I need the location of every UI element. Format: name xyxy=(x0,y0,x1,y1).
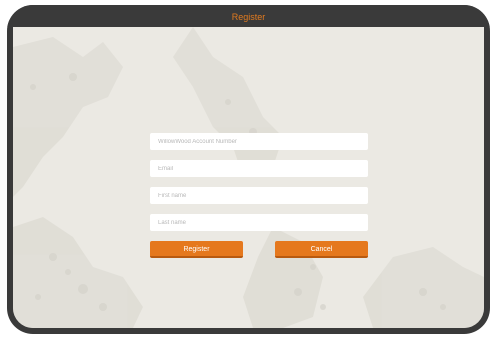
email-input[interactable] xyxy=(150,160,368,177)
first-name-input[interactable] xyxy=(150,187,368,204)
button-row: Register Cancel xyxy=(150,241,368,259)
register-form: Register Cancel xyxy=(150,133,368,259)
page-title: Register xyxy=(231,12,266,22)
device-frame: Register WillowWood Account Number Email… xyxy=(7,5,490,334)
register-screen: Register Cancel xyxy=(13,27,484,328)
cancel-button[interactable]: Cancel xyxy=(275,241,368,258)
account-number-input[interactable] xyxy=(150,133,368,150)
navigation-bar: Register xyxy=(7,5,490,27)
register-button[interactable]: Register xyxy=(150,241,243,258)
last-name-input[interactable] xyxy=(150,214,368,231)
